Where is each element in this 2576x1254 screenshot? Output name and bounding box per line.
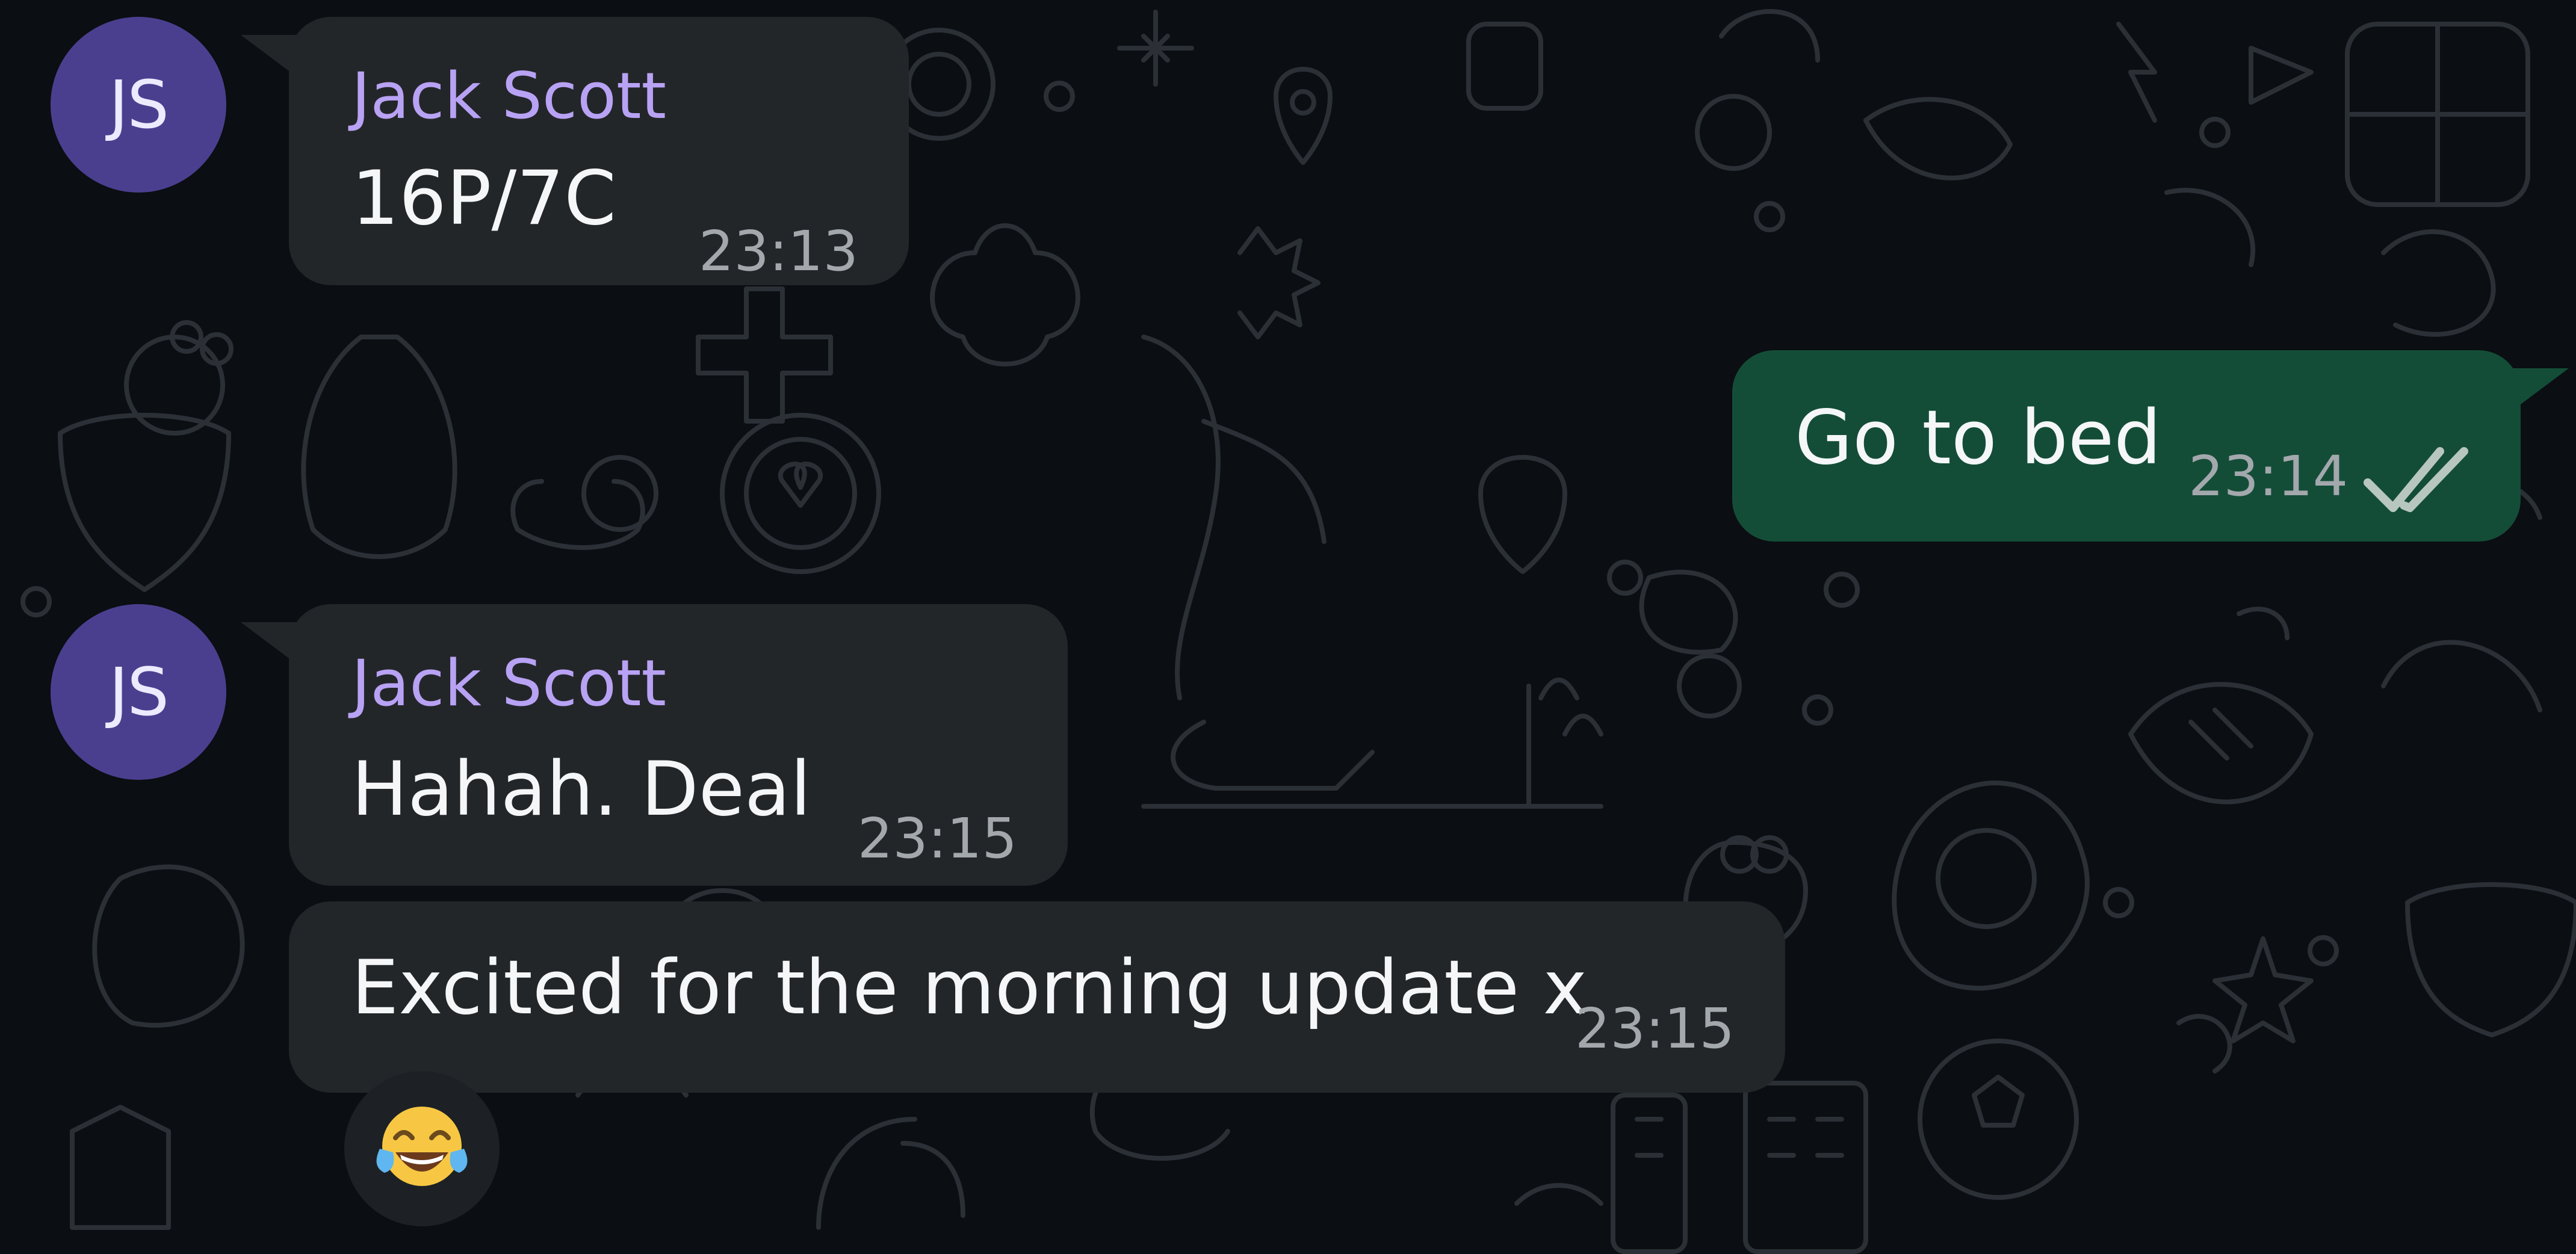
avatar-initials: JS bbox=[108, 66, 169, 143]
message-timestamp: 23:15 bbox=[1574, 996, 1735, 1061]
avatar[interactable]: JS bbox=[51, 604, 226, 780]
avatar[interactable]: JS bbox=[51, 17, 226, 193]
incoming-message-bubble[interactable]: Jack Scott Hahah. Deal 23:15 bbox=[241, 604, 1068, 886]
sender-name[interactable]: Jack Scott bbox=[351, 646, 666, 720]
bubble-tail bbox=[241, 622, 313, 676]
message-text: Excited for the morning update x bbox=[351, 945, 1587, 1031]
message-reaction[interactable] bbox=[344, 1071, 500, 1226]
incoming-message-bubble[interactable]: Jack Scott 16P/7C 23:13 bbox=[241, 17, 909, 285]
outgoing-message-bubble[interactable]: Go to bed 23:14 bbox=[1732, 350, 2569, 542]
message-timestamp: 23:14 bbox=[2188, 444, 2348, 508]
incoming-message-bubble[interactable]: Excited for the morning update x 23:15 bbox=[289, 901, 1785, 1093]
message-timestamp: 23:15 bbox=[857, 806, 1017, 871]
bubble-tail bbox=[241, 35, 313, 89]
bubble-tail bbox=[2497, 368, 2569, 422]
message-text: 16P/7C bbox=[351, 155, 616, 242]
double-check-icon bbox=[2364, 447, 2468, 512]
message-text: Hahah. Deal bbox=[351, 746, 811, 833]
message-text: Go to bed bbox=[1795, 395, 2161, 481]
face-with-tears-of-joy-icon bbox=[376, 1107, 468, 1186]
avatar-initials: JS bbox=[108, 653, 169, 730]
message-timestamp: 23:13 bbox=[698, 219, 858, 283]
sender-name[interactable]: Jack Scott bbox=[351, 59, 666, 133]
